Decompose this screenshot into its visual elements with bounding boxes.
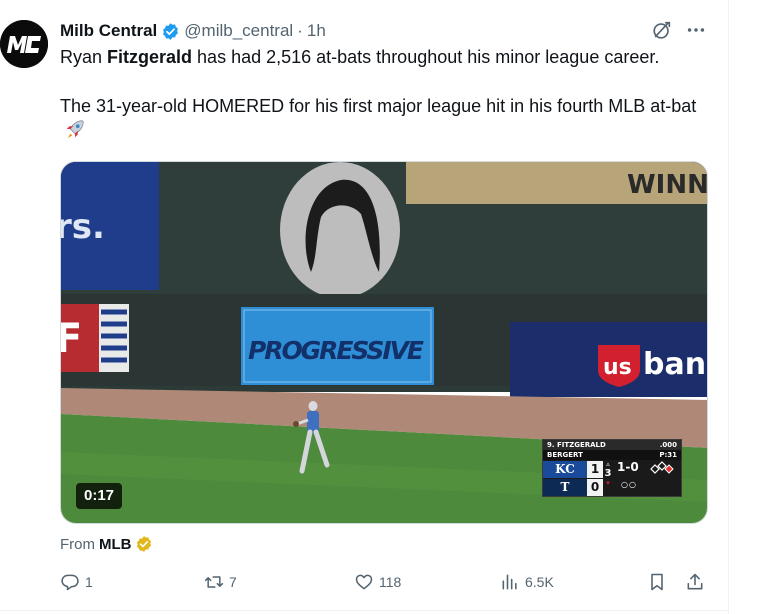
tweet-timestamp[interactable]: 1h [307, 21, 326, 41]
sign-bank: bank [643, 347, 708, 382]
heart-icon [355, 574, 373, 590]
sign-progressive: PROGRESSIVE [248, 336, 424, 365]
scorebug-pitcher: BERGERT [547, 451, 583, 459]
views-button[interactable]: 6.5K [500, 570, 554, 594]
author-display-name[interactable]: Milb Central [60, 21, 157, 41]
reply-icon [61, 574, 79, 591]
scorebug-inning: ▵ 3 ▾ [603, 461, 613, 487]
tweet-header: Milb Central @milb_central · 1h [60, 20, 326, 42]
from-label: From [60, 535, 95, 553]
scorebug-outs: ○○ [621, 480, 637, 489]
tweet-text-segment: Ryan [60, 47, 108, 67]
reply-count: 1 [85, 574, 93, 590]
gold-verified-badge-icon[interactable] [135, 535, 153, 553]
scorebug-away-team: KC 1 [543, 460, 603, 478]
sign-fragment-left: rs. [61, 207, 105, 247]
header-separator: · [297, 21, 303, 40]
tweet-text: Ryan Fitzgerald has had 2,516 at-bats th… [60, 45, 710, 142]
rocket-emoji-icon [66, 120, 84, 139]
scorebug-away-score: 1 [587, 460, 603, 478]
scorebug-batter: 9. FITZGERALD [547, 441, 606, 449]
share-button[interactable] [685, 570, 705, 594]
views-count: 6.5K [525, 574, 554, 590]
like-count: 118 [379, 574, 402, 590]
scorebug-home-score: 0 [587, 478, 603, 496]
sign-winn: WINN [627, 170, 708, 200]
author-handle[interactable]: @milb_central [184, 21, 293, 41]
grok-icon[interactable] [651, 19, 673, 41]
bookmark-button[interactable] [647, 570, 667, 594]
scorebug-batter-row: 9. FITZGERALD .000 [543, 440, 681, 450]
tweet-actions: 1 7 118 6.5K [60, 570, 710, 594]
scorebug-pitcher-row: BERGERT P:31 [543, 450, 681, 460]
milb-central-logo [0, 20, 48, 68]
video-duration: 0:17 [76, 483, 123, 509]
repost-button[interactable]: 7 [204, 570, 237, 594]
tweet-divider-bottom [0, 610, 728, 611]
inning-top-arrow-icon: ▵ [606, 460, 610, 468]
scorebug-teams: KC 1 T 0 [543, 460, 603, 496]
more-options-icon[interactable] [685, 19, 707, 41]
scorebug-avg: .000 [659, 441, 677, 449]
video-player[interactable]: WINN rs. F PROGRESSIVE us bank [60, 161, 708, 524]
scorebug-count: 1-0 [617, 460, 639, 474]
bookmark-icon [651, 573, 663, 591]
scorebug: 9. FITZGERALD .000 BERGERT P:31 KC 1 T 0… [542, 439, 682, 497]
tweet-text-segment: has had 2,516 at-bats throughout his min… [192, 47, 660, 67]
reply-button[interactable]: 1 [60, 570, 93, 594]
sign-us: us [603, 355, 632, 380]
like-button[interactable]: 118 [354, 570, 401, 594]
share-icon [687, 573, 703, 590]
timeline-divider-right [728, 0, 729, 614]
repost-icon [204, 576, 224, 588]
scorebug-home-team: T 0 [543, 478, 603, 496]
tweet-paragraph-1: Ryan Fitzgerald has had 2,516 at-bats th… [60, 45, 710, 69]
media-source: From MLB [60, 534, 153, 554]
verified-badge-icon[interactable] [161, 22, 180, 41]
author-avatar[interactable] [0, 20, 48, 68]
twins-logo: T [543, 478, 587, 496]
tweet-text-segment: The 31-year-old HOMERED for his first ma… [60, 96, 697, 116]
tweet-text-bold: Fitzgerald [107, 47, 193, 67]
scorebug-pitch-count: P:31 [659, 451, 677, 459]
tweet-paragraph-2: The 31-year-old HOMERED for his first ma… [60, 94, 710, 142]
source-name-link[interactable]: MLB [99, 536, 132, 553]
royals-logo: KC [543, 460, 587, 478]
repost-count: 7 [229, 574, 237, 590]
sign-flag-letter: F [61, 316, 82, 362]
views-bar-chart-icon [502, 574, 517, 590]
bases-diamond-icon [650, 461, 674, 474]
inning-bottom-arrow-icon: ▾ [606, 479, 610, 487]
